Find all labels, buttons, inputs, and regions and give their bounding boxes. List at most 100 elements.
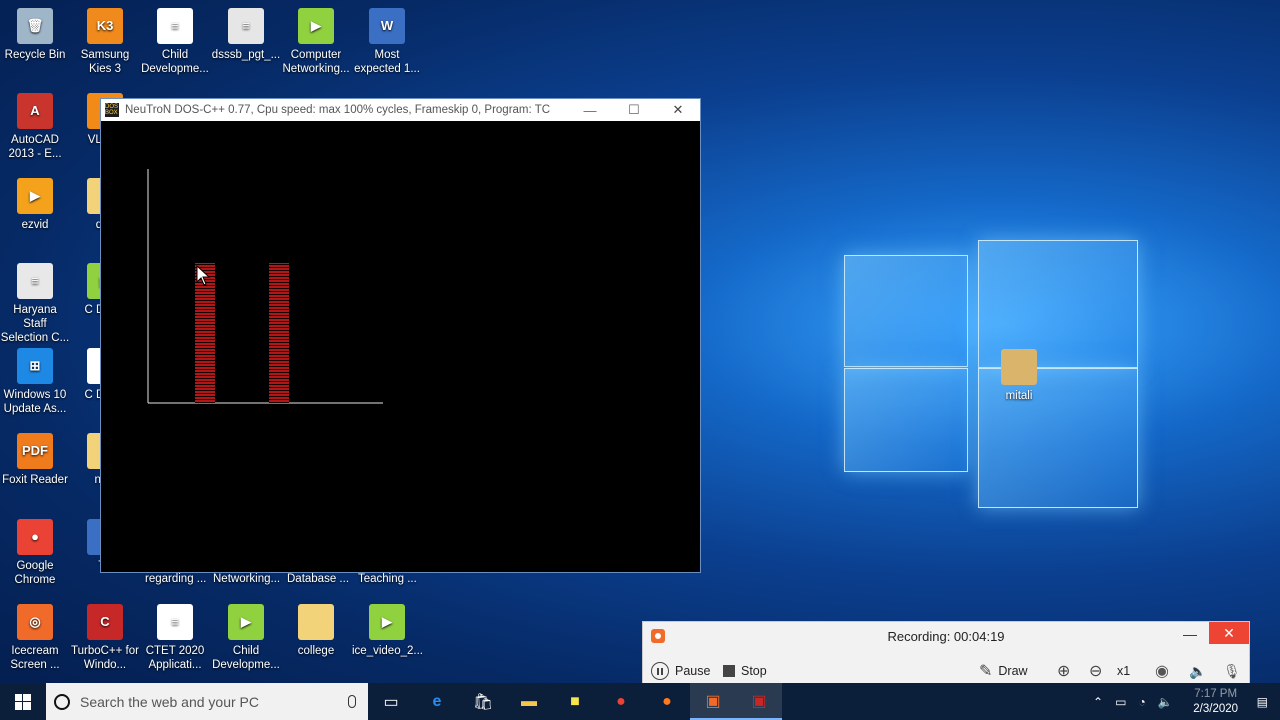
desktop-icon[interactable]: 🗑 Recycle Bin (0, 8, 70, 62)
taskbar: Search the web and your PC ▭ e 🛍 ▬ ■ ● ●… (0, 683, 1280, 720)
volume-icon[interactable]: 🔈 (1158, 695, 1173, 709)
desktop-icon[interactable]: ≡ Child Developme... (140, 8, 210, 76)
stop-label: Stop (741, 664, 767, 678)
bar-shape (269, 263, 289, 403)
speaker-icon[interactable]: 🔈 (1189, 663, 1206, 680)
desktop-icon[interactable]: college (281, 604, 351, 658)
dosbox-window[interactable]: DOS BOX NeuTroN DOS-C++ 0.77, Cpu speed:… (100, 98, 701, 573)
sticky-notes-icon[interactable]: ■ (552, 683, 598, 720)
app-icon: ≡ (228, 8, 264, 44)
task-view-icon[interactable]: ▭ (368, 683, 414, 720)
webcam-icon[interactable]: ◉ (1155, 661, 1169, 681)
desktop-icon[interactable]: ⊞ Windows 10 Update As... (0, 348, 70, 416)
desktop-icon-label: Child Developme... (212, 645, 280, 671)
chrome-icon[interactable]: ● (598, 683, 644, 720)
dos-graphics-canvas[interactable] (101, 121, 700, 572)
maximize-button[interactable]: ☐ (612, 99, 656, 121)
clock-time: 7:17 PM (1194, 687, 1238, 700)
pencil-icon: ✎ (979, 663, 993, 680)
zoom-in-icon[interactable]: ⊕ (1057, 661, 1070, 681)
microphone-icon[interactable] (348, 695, 356, 708)
minimize-icon[interactable]: — (1183, 626, 1197, 642)
desktop-icon-label[interactable]: regarding ... (145, 573, 206, 585)
desktop-icon[interactable]: ≡ dsssb_pgt_... (211, 8, 281, 62)
desktop-icon[interactable]: mitali (984, 349, 1054, 403)
draw-button[interactable]: ✎ Draw (979, 661, 1028, 681)
desktop-icon[interactable]: ≡ Haryana Staff Selection C... (0, 263, 70, 345)
desktop-icon-label: Icecream Screen ... (10, 645, 60, 671)
app-icon: ◎ (17, 604, 53, 640)
pause-icon (651, 662, 669, 680)
desktop-icon[interactable]: K3 Samsung Kies 3 (70, 8, 140, 76)
app-icon: ▶ (228, 604, 264, 640)
draw-label: Draw (998, 664, 1028, 678)
icecream-recorder-icon[interactable]: ▣ (690, 683, 736, 720)
clock[interactable]: 7:17 PM 2/3/2020 (1181, 687, 1251, 717)
start-button[interactable] (0, 683, 46, 720)
desktop-icon[interactable]: ● Google Chrome (0, 519, 70, 587)
logo-pane (844, 368, 968, 472)
app-icon: ≡ (17, 263, 53, 299)
edge-icon[interactable]: e (414, 683, 460, 720)
app-icon: ● (17, 519, 53, 555)
desktop-icon[interactable]: ▶ ice_video_2... (352, 604, 423, 658)
desktop-icon[interactable]: W Most expected 1... (352, 8, 422, 76)
desktop-icon-label: Google Chrome (14, 560, 56, 586)
app-icon: ▶ (17, 178, 53, 214)
close-button[interactable]: ✕ (656, 99, 700, 121)
close-button[interactable]: ✕ (1209, 622, 1249, 644)
minimize-button[interactable]: — (568, 99, 612, 121)
desktop-icon-label: ezvid (21, 219, 49, 231)
desktop-icon[interactable]: ▶ Child Developme... (211, 604, 281, 672)
notifications-icon[interactable]: ▤ (1257, 695, 1268, 709)
desktop-icon[interactable]: PDF Foxit Reader (0, 433, 70, 487)
desktop-icon[interactable]: ▶ ezvid (0, 178, 70, 232)
firefox-icon[interactable]: ● (644, 683, 690, 720)
desktop-icon[interactable]: ▶ Computer Networking... (281, 8, 351, 76)
app-icon: ▶ (298, 8, 334, 44)
taskbar-search-box[interactable]: Search the web and your PC (46, 683, 368, 720)
desktop-icon-label: Samsung Kies 3 (80, 49, 130, 75)
microphone-icon[interactable]: 🎙 (1223, 663, 1241, 680)
stop-button[interactable]: Stop (723, 664, 767, 678)
zoom-out-icon[interactable]: ⊖ (1089, 661, 1102, 681)
zoom-level: x1 (1117, 664, 1131, 678)
desktop-icon-label: mitali (1005, 390, 1033, 402)
desktop-icon-label: Haryana Staff Selection C... (0, 304, 70, 344)
desktop-icon[interactable]: ≡ CTET 2020 Applicati... (140, 604, 210, 672)
recording-status: Recording: 00:04:19 (887, 628, 1005, 644)
pause-button[interactable]: Pause (651, 662, 710, 680)
app-icon (298, 604, 334, 640)
desktop-icon-label: dsssb_pgt_... (211, 49, 281, 61)
network-icon[interactable]: ◔ (1138, 695, 1145, 709)
window-titlebar[interactable]: DOS BOX NeuTroN DOS-C++ 0.77, Cpu speed:… (101, 99, 700, 121)
file-explorer-icon[interactable]: ▬ (506, 683, 552, 720)
app-icon: PDF (17, 433, 53, 469)
dosbox-icon[interactable]: ▣ (736, 683, 782, 720)
app-icon: W (369, 8, 405, 44)
chevron-up-icon[interactable]: ⌃ (1093, 695, 1103, 709)
desktop-icon-label: Recycle Bin (4, 49, 66, 61)
desktop-icon-label[interactable]: Teaching ... (358, 573, 417, 585)
desktop-icon-label: TurboC++ for Windo... (71, 645, 139, 671)
system-tray: ⌃ ▭ ◔ 🔈 7:17 PM 2/3/2020 ▤ (1093, 683, 1280, 720)
dosbox-app-icon: DOS BOX (105, 103, 119, 117)
pause-label: Pause (675, 664, 711, 678)
desktop-icon-label[interactable]: Networking... (213, 573, 280, 585)
desktop-icon-label: Computer Networking... (282, 49, 350, 75)
desktop-icon-label: Most expected 1... (354, 49, 420, 75)
store-icon[interactable]: 🛍 (460, 683, 506, 720)
desktop-icon[interactable]: A AutoCAD 2013 - E... (0, 93, 70, 161)
app-icon: A (17, 93, 53, 129)
desktop-icon[interactable]: ◎ Icecream Screen ... (0, 604, 70, 672)
search-placeholder: Search the web and your PC (80, 693, 259, 710)
desktop-icon-label[interactable]: Database ... (287, 573, 349, 585)
recording-toolbar[interactable]: Recording: 00:04:19 — ✕ Pause Stop ✎ Dra… (642, 621, 1250, 691)
app-icon: ▶ (369, 604, 405, 640)
battery-icon[interactable]: ▭ (1115, 695, 1126, 709)
desktop-icon[interactable]: C TurboC++ for Windo... (70, 604, 140, 672)
cortana-icon (54, 693, 70, 710)
desktop-icon-label: Foxit Reader (2, 474, 68, 486)
app-icon: 🗑 (17, 8, 53, 44)
desktop-icon-label: ice_video_2... (352, 645, 423, 657)
